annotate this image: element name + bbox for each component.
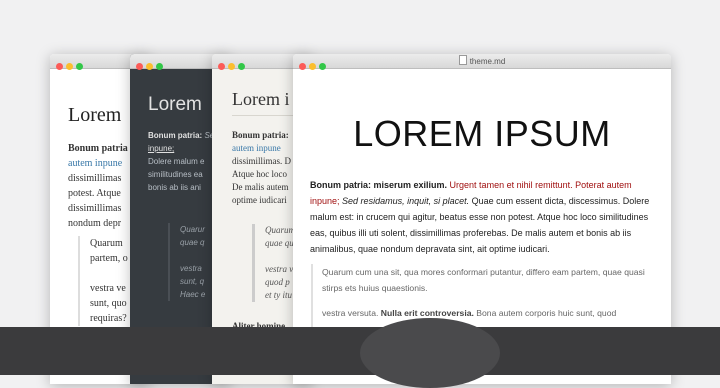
text-line: dissimillimas <box>68 173 122 184</box>
link-text[interactable]: autem inpune <box>232 143 281 153</box>
bold-text: Nulla erit controversia. <box>380 308 474 318</box>
doc-heading: LOREM IPSUM <box>353 113 611 154</box>
text-line: quae qu <box>265 238 294 248</box>
doc-paragraph: Bonum patria: miserum exilium. Urgent ta… <box>310 177 655 257</box>
text-line: sunt, q <box>180 277 205 286</box>
text-line: optime iudicari <box>232 195 287 205</box>
doc-heading: Lorem <box>148 94 202 115</box>
text-line: Haec e <box>180 290 206 299</box>
text-line: vestra v <box>265 264 294 274</box>
quote-paragraph: Quarum cum una sit, qua mores conformari… <box>322 267 645 293</box>
text-line: potest. Atque <box>68 188 121 199</box>
text-line: bonis ab iis ani <box>148 183 201 192</box>
italic-text: Sed residamus, inquit, si placet. <box>342 196 470 206</box>
bold-text: Bonum patria: miserum exilium. <box>310 180 448 190</box>
bold-text: Bonum patria: <box>148 131 203 140</box>
text-line: sunt, quo <box>90 298 127 309</box>
text-span: vestra versuta. <box>322 308 379 318</box>
window-title-text: theme.md <box>469 57 506 66</box>
text-line: nondum depr <box>68 218 122 229</box>
window-title: theme.md <box>293 55 671 66</box>
doc-heading: Lorem <box>68 104 122 126</box>
text-line: similitudines ea <box>148 170 203 179</box>
text-line: dissimillimas. D <box>232 156 292 166</box>
text-line: Dolere malum e <box>148 157 205 166</box>
bold-text: Bonum patria: <box>232 130 289 140</box>
text-line: dissimillimas <box>68 203 122 214</box>
bold-text: Bonum patria <box>68 143 128 154</box>
text-line: quod p <box>265 277 290 287</box>
text-line: De malis autem <box>232 182 289 192</box>
text-line: vestra ve <box>90 283 126 294</box>
text-line: requiras? <box>90 313 127 324</box>
document-icon <box>458 55 467 65</box>
text-line: vestra <box>180 264 202 273</box>
text-line: et ty itu <box>265 290 292 300</box>
text-line: Quarum <box>90 238 123 249</box>
titlebar[interactable]: theme.md <box>293 54 671 70</box>
text-line: Quarur <box>180 225 205 234</box>
link-text[interactable]: inpune; <box>148 144 174 153</box>
text-line: partem, o <box>90 253 128 264</box>
background-shape <box>360 318 500 388</box>
text-line: quae q <box>180 238 205 247</box>
blockquote: Quarum cum una sit, qua mores conformari… <box>311 264 654 330</box>
doc-heading: Lorem i <box>232 89 290 109</box>
link-text[interactable]: autem inpune <box>68 158 122 169</box>
text-line: Quarum <box>265 225 296 235</box>
text-line: Atque hoc loco <box>232 169 287 179</box>
quote-paragraph: vestra versuta. Nulla erit controversia.… <box>322 305 654 321</box>
text-span: Bona autem corporis huic sunt, quod <box>476 308 617 318</box>
